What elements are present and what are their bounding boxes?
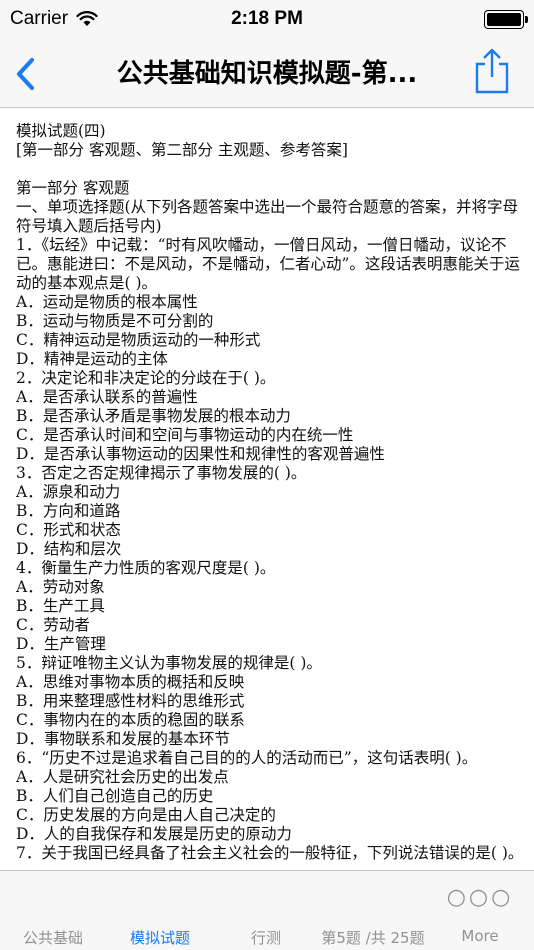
tab-label: More (461, 927, 499, 945)
content-line: D．生产管理 (16, 635, 106, 653)
content-line: B．生产工具 (16, 597, 105, 615)
back-button[interactable] (10, 54, 44, 94)
content-line: D．结构和层次 (16, 540, 122, 558)
tab-label: 第5题 /共 25题 (321, 929, 425, 947)
content-line: C．劳动者 (16, 616, 90, 634)
navigation-bar: 公共基础知识模拟题-第... (0, 40, 534, 108)
tab-more[interactable]: ○○○ More (427, 871, 533, 950)
content-line: C．历史发展的方向是由人自己决定的 (16, 806, 276, 824)
content-line: 模拟试题(四) (16, 122, 106, 140)
content-line: A．思维对事物本质的概括和反映 (16, 673, 245, 691)
content-line: 4．衡量生产力性质的客观尺度是( )。 (16, 559, 276, 577)
tab-aptitude[interactable]: 行测 (213, 871, 319, 950)
tab-question-progress[interactable]: 第5题 /共 25题 (320, 871, 426, 950)
tab-bar: 公共基础 模拟试题 行测 第5题 /共 25题 ○○○ More (0, 870, 534, 950)
content-line: A．人是研究社会历史的出发点 (16, 768, 229, 786)
content-line: C．是否承认时间和空间与事物运动的内在统一性 (16, 426, 354, 444)
content-line: A．是否承认联系的普遍性 (16, 388, 198, 406)
content-line: D．精神是运动的主体 (16, 350, 168, 368)
page-title: 公共基础知识模拟题-第... (116, 59, 418, 89)
tab-mock-exam[interactable]: 模拟试题 (107, 871, 213, 950)
content-line: [第一部分 客观题、第二部分 主观题、参考答案] (16, 141, 348, 159)
content-line: D．事物联系和发展的基本环节 (16, 730, 230, 748)
content-line: C．精神运动是物质运动的一种形式 (16, 331, 261, 349)
content-line: 7．关于我国已经具备了社会主义社会的一般特征，下列说法错误的是( )。 (16, 844, 524, 862)
content-line: A．源泉和动力 (16, 483, 121, 501)
tab-public-basics[interactable]: 公共基础 (0, 871, 106, 950)
content-line: 6．“历史不过是追求着自己目的的人的活动而已”，这句话表明( )。 (16, 749, 478, 767)
status-time: 2:18 PM (231, 8, 303, 29)
content-line: B．运动与物质是不可分割的 (16, 312, 214, 330)
tab-label: 公共基础 (22, 929, 83, 947)
ellipsis-icon: ○○○ (446, 885, 514, 910)
tab-label: 行测 (250, 929, 281, 947)
content-line: C．形式和状态 (16, 521, 121, 539)
content-line: A．劳动对象 (16, 578, 105, 596)
content-line: 第一部分 客观题 (16, 179, 130, 197)
content-line: 5．辩证唯物主义认为事物发展的规律是( )。 (16, 654, 322, 672)
question-content[interactable]: 模拟试题(四) [第一部分 客观题、第二部分 主观题、参考答案] 第一部分 客观… (0, 108, 534, 870)
content-line: A．运动是物质的根本属性 (16, 293, 198, 311)
chevron-left-icon (16, 57, 35, 91)
battery-icon (484, 10, 528, 29)
content-line: B．用来整理感性材料的思维形式 (16, 692, 245, 710)
share-button[interactable] (472, 46, 512, 96)
content-line: 3．否定之否定规律揭示了事物发展的( )。 (16, 464, 307, 482)
content-line: B．方向和道路 (16, 502, 121, 520)
content-line: D．是否承认事物运动的因果性和规律性的客观普遍性 (16, 445, 385, 463)
share-icon (475, 48, 509, 94)
content-line: 一、单项选择题(从下列各题答案中选出一个最符合题意的答案，并将字母符号填入题后括… (16, 198, 519, 235)
content-line: B．人们自己创造自己的历史 (16, 787, 214, 805)
status-bar: Carrier 2:18 PM (0, 0, 534, 40)
content-line: B．是否承认矛盾是事物发展的根本动力 (16, 407, 291, 425)
content-line: D．人的自我保存和发展是历史的原动力 (16, 825, 292, 843)
content-line: C．事物内在的本质的稳固的联系 (16, 711, 245, 729)
content-line: 1．《坛经》中记载：“时有风吹幡动，一僧日风动，一僧日幡动，议论不已。惠能进曰：… (16, 236, 520, 292)
tab-label: 模拟试题 (129, 929, 190, 947)
content-line: 2．决定论和非决定论的分歧在于( )。 (16, 369, 276, 387)
